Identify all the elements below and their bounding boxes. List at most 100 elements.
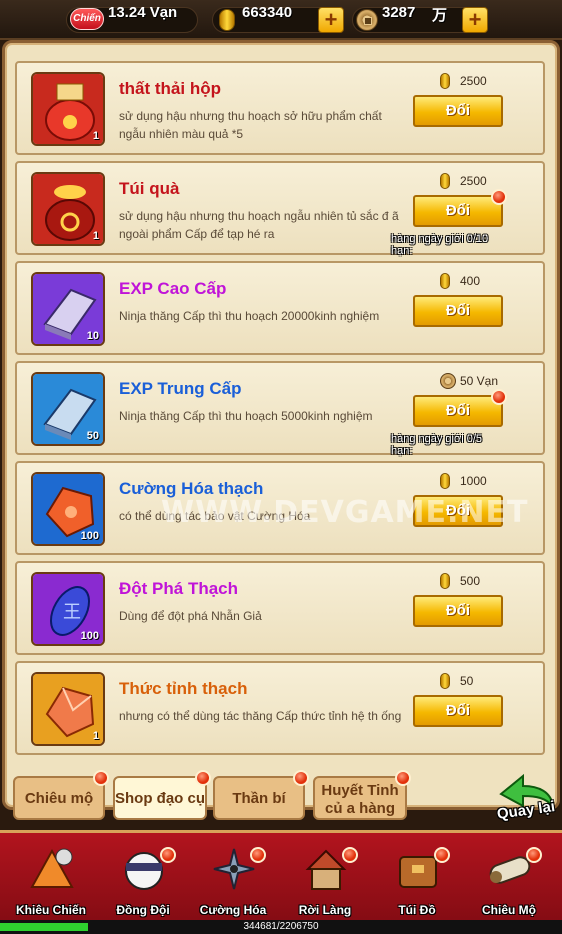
exchange-button[interactable]: Đổi bbox=[413, 595, 503, 627]
price-value: 500 bbox=[460, 574, 481, 588]
notification-dot bbox=[526, 847, 542, 863]
nav-label: Đồng Đội bbox=[116, 903, 170, 917]
shop-item: 50 EXP Trung Cấp Ninja thăng Cấp thì thu… bbox=[15, 361, 545, 457]
notification-dot bbox=[93, 770, 109, 786]
price-value: 50 bbox=[460, 674, 474, 688]
copper-icon bbox=[440, 373, 456, 389]
nav-item-scroll[interactable]: Chiêu Mộ bbox=[474, 841, 544, 927]
item-quantity: 10 bbox=[86, 330, 99, 342]
item-icon[interactable]: 10 bbox=[31, 272, 105, 346]
price-value: 50 Vạn bbox=[460, 374, 499, 388]
tab-label: Thần bí bbox=[232, 790, 286, 807]
notification-dot bbox=[395, 770, 411, 786]
gold-icon bbox=[440, 573, 450, 589]
gold-icon bbox=[440, 73, 450, 89]
notification-dot bbox=[250, 847, 266, 863]
daily-limit-text: hàng ngày giới 0/5 hạn: bbox=[391, 433, 483, 457]
nav-item-battle[interactable]: Khiêu Chiến bbox=[16, 841, 86, 927]
exchange-button[interactable]: Đổi bbox=[413, 695, 503, 727]
daily-limit-text: hàng ngày giới 0/10 hạn: bbox=[391, 233, 489, 257]
shop-panel: 1 thất thải hộp sử dụng hậu nhưng thu ho… bbox=[2, 40, 560, 823]
gold-coin-icon bbox=[219, 9, 235, 31]
item-icon[interactable]: 1 bbox=[31, 672, 105, 746]
item-quantity: 1 bbox=[92, 730, 99, 742]
item-quantity: 100 bbox=[80, 530, 99, 542]
exchange-button[interactable]: Đổi bbox=[413, 395, 503, 427]
gold-icon bbox=[440, 473, 450, 489]
item-name: Thức tỉnh thạch bbox=[119, 679, 248, 698]
item-description: Ninja thăng Cấp thì thu hoạch 20000kinh … bbox=[119, 309, 380, 323]
shop-item: 100 Cường Hóa thạch có thể dùng tác bảo … bbox=[15, 461, 545, 555]
nav-item-bag[interactable]: Túi Đồ bbox=[382, 841, 452, 927]
tab-huyet-tinh[interactable]: Huyết Tinh củ a hàng bbox=[313, 770, 411, 820]
power-value: 13.24 Vạn bbox=[108, 4, 178, 21]
shop-item: 10 EXP Cao Cấp Ninja thăng Cấp thì thu h… bbox=[15, 261, 545, 355]
item-icon[interactable]: 50 bbox=[31, 372, 105, 446]
gold-icon bbox=[440, 273, 450, 289]
xp-bar: 344681/2206750 bbox=[0, 920, 562, 934]
price-value: 1000 bbox=[460, 474, 487, 488]
xp-text: 344681/2206750 bbox=[243, 921, 319, 932]
nav-label: Rời Làng bbox=[298, 903, 352, 917]
svg-text:王: 王 bbox=[63, 602, 81, 622]
top-resource-bar: Chiến 13.24 Vạn 663340 + 3287 万 + bbox=[0, 0, 562, 40]
nav-item-village[interactable]: Rời Làng bbox=[290, 841, 360, 927]
exchange-button[interactable]: Đổi bbox=[413, 295, 503, 327]
bottom-nav: Khiêu Chiến Đồng Đội Cường Hóa Rời Làng … bbox=[0, 830, 562, 934]
gold-icon bbox=[440, 673, 450, 689]
add-copper-button[interactable]: + bbox=[462, 7, 488, 33]
tab-label: Shop đạo cụ bbox=[115, 790, 205, 807]
item-description: Dùng để đột phá Nhẫn Giả bbox=[119, 609, 262, 623]
battle-icon bbox=[26, 843, 78, 895]
copper-unit: 万 bbox=[432, 7, 448, 24]
nav-label: Khiêu Chiến bbox=[15, 903, 86, 917]
item-icon[interactable]: 王 100 bbox=[31, 572, 105, 646]
exchange-button[interactable]: Đổi bbox=[413, 495, 503, 527]
tab-shop-dao-cu[interactable]: Shop đạo cụ bbox=[113, 770, 211, 820]
back-button[interactable]: Quay lại bbox=[493, 773, 559, 836]
tab-label: Chiêu mộ bbox=[24, 790, 94, 807]
item-description: nhưng có thể dùng tác thăng Cấp thức tỉn… bbox=[119, 709, 402, 723]
price-value: 2500 bbox=[460, 174, 487, 188]
tab-label: Huyết Tinh củ a hàng bbox=[321, 782, 399, 817]
exchange-button[interactable]: Đổi bbox=[413, 195, 503, 227]
tab-chieu-mo[interactable]: Chiêu mộ bbox=[13, 770, 109, 820]
item-name: EXP Trung Cấp bbox=[119, 379, 242, 398]
item-description: sử dụng hậu nhưng thu hoạch sở hữu phẩm … bbox=[119, 109, 382, 141]
notification-dot bbox=[491, 389, 507, 405]
item-icon[interactable]: 100 bbox=[31, 472, 105, 546]
nav-label: Túi Đồ bbox=[398, 903, 436, 917]
notification-dot bbox=[342, 847, 358, 863]
notification-dot bbox=[195, 770, 211, 786]
add-gold-button[interactable]: + bbox=[318, 7, 344, 33]
item-quantity: 1 bbox=[92, 130, 99, 142]
price-value: 2500 bbox=[460, 74, 487, 88]
item-icon[interactable]: 1 bbox=[31, 172, 105, 246]
copper-value: 3287 bbox=[382, 4, 416, 21]
copper-coin-icon bbox=[356, 9, 378, 31]
item-name: thất thải hộp bbox=[119, 79, 221, 98]
shop-item-list[interactable]: 1 thất thải hộp sử dụng hậu nhưng thu ho… bbox=[15, 61, 545, 755]
nav-item-shuriken[interactable]: Cường Hóa bbox=[198, 841, 268, 927]
chien-badge: Chiến bbox=[70, 8, 104, 30]
item-name: Túi quà bbox=[119, 179, 180, 198]
item-name: Cường Hóa thạch bbox=[119, 479, 264, 498]
tab-than-bi[interactable]: Thần bí bbox=[213, 770, 309, 820]
nav-label: Cường Hóa bbox=[199, 903, 267, 917]
shop-item: 王 100 Đột Phá Thạch Dùng để đột phá Nhẫn… bbox=[15, 561, 545, 655]
nav-item-ninja[interactable]: Đồng Đội bbox=[108, 841, 178, 927]
item-description: có thể dùng tác bảo vật Cường Hóa bbox=[119, 509, 311, 523]
gold-icon bbox=[440, 173, 450, 189]
shop-item: 1 thất thải hộp sử dụng hậu nhưng thu ho… bbox=[15, 61, 545, 155]
item-quantity: 1 bbox=[92, 230, 99, 242]
gold-value: 663340 bbox=[242, 4, 293, 21]
item-name: Đột Phá Thạch bbox=[119, 579, 239, 598]
notification-dot bbox=[491, 189, 507, 205]
shop-item: 1 Thức tỉnh thạch nhưng có thể dùng tác … bbox=[15, 661, 545, 755]
shop-item: 1 Túi quà sử dụng hậu nhưng thu hoạch ng… bbox=[15, 161, 545, 257]
notification-dot bbox=[160, 847, 176, 863]
nav-label: Chiêu Mộ bbox=[482, 903, 536, 917]
exchange-button[interactable]: Đổi bbox=[413, 95, 503, 127]
item-icon[interactable]: 1 bbox=[31, 72, 105, 146]
item-name: EXP Cao Cấp bbox=[119, 279, 227, 298]
